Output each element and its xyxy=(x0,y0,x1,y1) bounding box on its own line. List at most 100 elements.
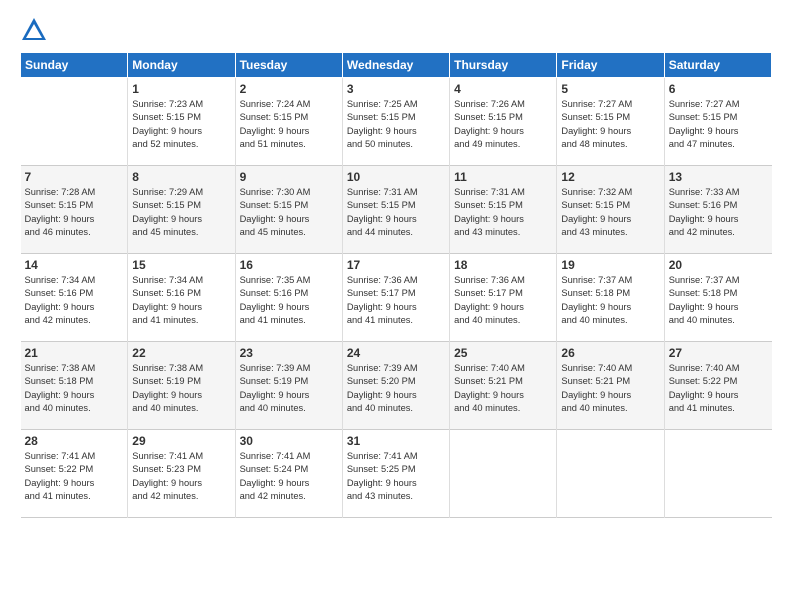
day-number: 31 xyxy=(347,434,445,448)
day-number: 23 xyxy=(240,346,338,360)
day-cell: 7Sunrise: 7:28 AMSunset: 5:15 PMDaylight… xyxy=(21,166,128,254)
day-cell: 10 Sunrise: 7:31 AMSunset: 5:15 PMDayligh… xyxy=(342,166,449,254)
week-row-2: 7Sunrise: 7:28 AMSunset: 5:15 PMDaylight… xyxy=(21,166,772,254)
day-info: Sunrise: 7:39 AMSunset: 5:20 PMDaylight:… xyxy=(347,362,445,416)
day-number: 1 xyxy=(132,82,230,96)
day-info: Sunrise: 7:28 AMSunset: 5:15 PMDaylight:… xyxy=(25,186,124,240)
day-number: 6 xyxy=(669,82,768,96)
week-row-4: 21Sunrise: 7:38 AMSunset: 5:18 PMDayligh… xyxy=(21,342,772,430)
day-info: Sunrise: 7:41 AMSunset: 5:24 PMDaylight:… xyxy=(240,450,338,504)
day-info: Sunrise: 7:26 AMSunset: 5:15 PMDaylight:… xyxy=(454,98,552,152)
day-info: Sunrise: 7:29 AMSunset: 5:15 PMDaylight:… xyxy=(132,186,230,240)
logo-icon xyxy=(20,16,48,44)
day-number: 12 xyxy=(561,170,659,184)
day-cell: 21Sunrise: 7:38 AMSunset: 5:18 PMDayligh… xyxy=(21,342,128,430)
day-cell: 11Sunrise: 7:31 AMSunset: 5:15 PMDayligh… xyxy=(450,166,557,254)
header-row: SundayMondayTuesdayWednesdayThursdayFrid… xyxy=(21,53,772,78)
header-day-saturday: Saturday xyxy=(664,53,771,78)
day-number: 19 xyxy=(561,258,659,272)
day-number: 25 xyxy=(454,346,552,360)
day-info: Sunrise: 7:35 AMSunset: 5:16 PMDaylight:… xyxy=(240,274,338,328)
day-number: 16 xyxy=(240,258,338,272)
day-info: Sunrise: 7:36 AMSunset: 5:17 PMDaylight:… xyxy=(347,274,445,328)
header-day-thursday: Thursday xyxy=(450,53,557,78)
day-cell: 6 Sunrise: 7:27 AMSunset: 5:15 PMDaylight… xyxy=(664,78,771,166)
day-cell: 8 Sunrise: 7:29 AMSunset: 5:15 PMDaylight… xyxy=(128,166,235,254)
day-number: 22 xyxy=(132,346,230,360)
calendar-table: SundayMondayTuesdayWednesdayThursdayFrid… xyxy=(20,52,772,518)
day-cell: 1Sunrise: 7:23 AMSunset: 5:15 PMDaylight… xyxy=(128,78,235,166)
day-number: 29 xyxy=(132,434,230,448)
day-number: 8 xyxy=(132,170,230,184)
day-cell xyxy=(21,78,128,166)
day-number: 9 xyxy=(240,170,338,184)
day-cell: 9 Sunrise: 7:30 AMSunset: 5:15 PMDaylight… xyxy=(235,166,342,254)
day-cell: 12Sunrise: 7:32 AMSunset: 5:15 PMDayligh… xyxy=(557,166,664,254)
day-info: Sunrise: 7:25 AMSunset: 5:15 PMDaylight:… xyxy=(347,98,445,152)
header-day-sunday: Sunday xyxy=(21,53,128,78)
week-row-3: 14 Sunrise: 7:34 AMSunset: 5:16 PMDayligh… xyxy=(21,254,772,342)
day-cell: 15 Sunrise: 7:34 AMSunset: 5:16 PMDayligh… xyxy=(128,254,235,342)
logo xyxy=(20,16,52,44)
day-number: 14 xyxy=(25,258,124,272)
day-info: Sunrise: 7:39 AMSunset: 5:19 PMDaylight:… xyxy=(240,362,338,416)
day-cell: 14Sunrise: 7:34 AMSunset: 5:16 PMDayligh… xyxy=(21,254,128,342)
day-info: Sunrise: 7:41 AMSunset: 5:22 PMDaylight:… xyxy=(25,450,124,504)
day-info: Sunrise: 7:38 AMSunset: 5:18 PMDaylight:… xyxy=(25,362,124,416)
page-container: SundayMondayTuesdayWednesdayThursdayFrid… xyxy=(0,0,792,528)
day-cell: 16 Sunrise: 7:35 AMSunset: 5:16 PMDayligh… xyxy=(235,254,342,342)
header-day-tuesday: Tuesday xyxy=(235,53,342,78)
day-info: Sunrise: 7:40 AMSunset: 5:21 PMDaylight:… xyxy=(561,362,659,416)
day-info: Sunrise: 7:27 AMSunset: 5:15 PMDaylight:… xyxy=(561,98,659,152)
day-number: 30 xyxy=(240,434,338,448)
day-number: 4 xyxy=(454,82,552,96)
day-number: 13 xyxy=(669,170,768,184)
day-cell: 31Sunrise: 7:41 AMSunset: 5:25 PMDayligh… xyxy=(342,430,449,518)
day-number: 24 xyxy=(347,346,445,360)
day-number: 15 xyxy=(132,258,230,272)
day-info: Sunrise: 7:31 AMSunset: 5:15 PMDaylight:… xyxy=(347,186,445,240)
day-cell: 30 Sunrise: 7:41 AMSunset: 5:24 PMDayligh… xyxy=(235,430,342,518)
day-cell: 5 Sunrise: 7:27 AMSunset: 5:15 PMDaylight… xyxy=(557,78,664,166)
day-info: Sunrise: 7:36 AMSunset: 5:17 PMDaylight:… xyxy=(454,274,552,328)
day-number: 17 xyxy=(347,258,445,272)
day-number: 10 xyxy=(347,170,445,184)
day-info: Sunrise: 7:34 AMSunset: 5:16 PMDaylight:… xyxy=(132,274,230,328)
day-cell: 25Sunrise: 7:40 AMSunset: 5:21 PMDayligh… xyxy=(450,342,557,430)
header-day-wednesday: Wednesday xyxy=(342,53,449,78)
day-number: 26 xyxy=(561,346,659,360)
day-info: Sunrise: 7:37 AMSunset: 5:18 PMDaylight:… xyxy=(669,274,768,328)
day-info: Sunrise: 7:37 AMSunset: 5:18 PMDaylight:… xyxy=(561,274,659,328)
day-number: 11 xyxy=(454,170,552,184)
day-info: Sunrise: 7:40 AMSunset: 5:22 PMDaylight:… xyxy=(669,362,768,416)
day-cell: 3 Sunrise: 7:25 AMSunset: 5:15 PMDaylight… xyxy=(342,78,449,166)
header-day-friday: Friday xyxy=(557,53,664,78)
day-info: Sunrise: 7:24 AMSunset: 5:15 PMDaylight:… xyxy=(240,98,338,152)
header xyxy=(20,16,772,44)
day-info: Sunrise: 7:30 AMSunset: 5:15 PMDaylight:… xyxy=(240,186,338,240)
day-cell: 24 Sunrise: 7:39 AMSunset: 5:20 PMDayligh… xyxy=(342,342,449,430)
day-cell: 27 Sunrise: 7:40 AMSunset: 5:22 PMDayligh… xyxy=(664,342,771,430)
day-info: Sunrise: 7:33 AMSunset: 5:16 PMDaylight:… xyxy=(669,186,768,240)
day-number: 3 xyxy=(347,82,445,96)
day-number: 5 xyxy=(561,82,659,96)
day-cell: 22 Sunrise: 7:38 AMSunset: 5:19 PMDayligh… xyxy=(128,342,235,430)
day-cell: 23 Sunrise: 7:39 AMSunset: 5:19 PMDayligh… xyxy=(235,342,342,430)
day-number: 18 xyxy=(454,258,552,272)
week-row-5: 28Sunrise: 7:41 AMSunset: 5:22 PMDayligh… xyxy=(21,430,772,518)
day-number: 27 xyxy=(669,346,768,360)
day-cell xyxy=(557,430,664,518)
day-cell: 17 Sunrise: 7:36 AMSunset: 5:17 PMDayligh… xyxy=(342,254,449,342)
header-day-monday: Monday xyxy=(128,53,235,78)
day-info: Sunrise: 7:41 AMSunset: 5:23 PMDaylight:… xyxy=(132,450,230,504)
day-info: Sunrise: 7:38 AMSunset: 5:19 PMDaylight:… xyxy=(132,362,230,416)
day-cell: 18 Sunrise: 7:36 AMSunset: 5:17 PMDayligh… xyxy=(450,254,557,342)
day-cell: 29 Sunrise: 7:41 AMSunset: 5:23 PMDayligh… xyxy=(128,430,235,518)
day-cell: 28Sunrise: 7:41 AMSunset: 5:22 PMDayligh… xyxy=(21,430,128,518)
day-info: Sunrise: 7:27 AMSunset: 5:15 PMDaylight:… xyxy=(669,98,768,152)
day-cell: 4 Sunrise: 7:26 AMSunset: 5:15 PMDaylight… xyxy=(450,78,557,166)
day-number: 20 xyxy=(669,258,768,272)
day-cell: 2Sunrise: 7:24 AMSunset: 5:15 PMDaylight… xyxy=(235,78,342,166)
week-row-1: 1Sunrise: 7:23 AMSunset: 5:15 PMDaylight… xyxy=(21,78,772,166)
day-cell: 13 Sunrise: 7:33 AMSunset: 5:16 PMDayligh… xyxy=(664,166,771,254)
